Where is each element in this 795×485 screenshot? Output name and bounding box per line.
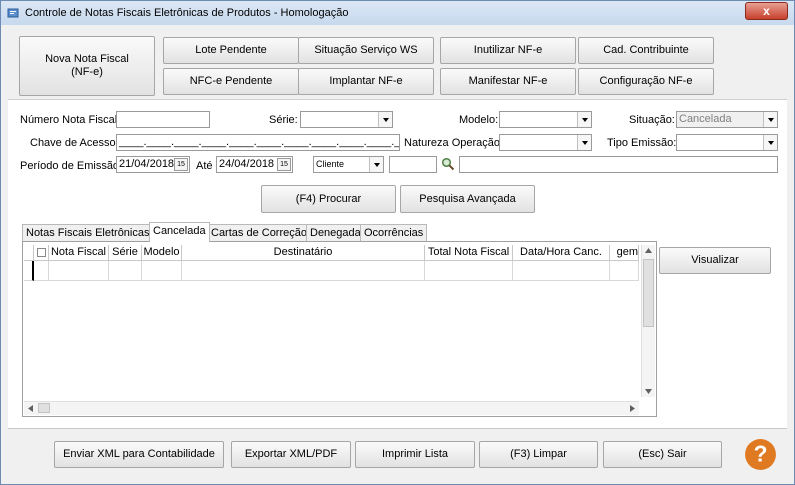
manifestar-button[interactable]: Manifestar NF-e	[440, 68, 576, 95]
search-icon[interactable]	[441, 157, 455, 171]
cancelada-panel: Nota Fiscal Série Modelo Destinatário To…	[22, 241, 657, 417]
svg-text:?: ?	[754, 441, 768, 467]
table-row-cell[interactable]	[34, 261, 49, 281]
col-total[interactable]: Total Nota Fiscal	[425, 245, 513, 261]
col-serie[interactable]: Série	[109, 245, 142, 261]
scroll-down-icon[interactable]	[645, 389, 652, 394]
data-inicio-input[interactable]: 21/04/2018 15	[116, 156, 190, 173]
procurar-button[interactable]: (F4) Procurar	[261, 185, 396, 213]
cliente-value: Cliente	[316, 159, 345, 169]
tipo-emissao-select[interactable]	[676, 134, 778, 151]
cad-contribuinte-button[interactable]: Cad. Contribuinte	[578, 37, 714, 64]
select-all-header	[34, 245, 49, 261]
col-data-hora-canc[interactable]: Data/Hora Canc.	[513, 245, 610, 261]
periodo-label: Período de Emissão:	[20, 160, 123, 172]
numero-label: Número Nota Fiscal:	[20, 114, 121, 126]
notas-grid[interactable]: Nota Fiscal Série Modelo Destinatário To…	[24, 245, 639, 395]
ate-label: Até	[196, 160, 213, 172]
chevron-down-icon	[577, 135, 591, 150]
calendar-icon[interactable]: 15	[277, 158, 291, 171]
toolbar-panel: Nova Nota Fiscal (NF-e) Lote Pendente Si…	[8, 25, 787, 100]
natureza-select[interactable]	[499, 134, 592, 151]
lote-pendente-button[interactable]: Lote Pendente	[163, 37, 299, 64]
exportar-button[interactable]: Exportar XML/PDF	[231, 441, 351, 468]
select-all-checkbox[interactable]	[36, 248, 46, 257]
situacao-select[interactable]: Cancelada	[676, 111, 778, 128]
col-modelo[interactable]: Modelo	[142, 245, 182, 261]
col-nota-fiscal[interactable]: Nota Fiscal	[49, 245, 109, 261]
data-inicio-value: 21/04/2018	[119, 158, 175, 170]
tab-cartas-correcao[interactable]: Cartas de Correção	[207, 224, 311, 242]
serie-select[interactable]	[300, 111, 393, 128]
row-indicator	[24, 261, 34, 281]
horizontal-scrollbar[interactable]	[24, 401, 639, 415]
calendar-icon[interactable]: 15	[174, 158, 188, 171]
table-row-cell[interactable]	[142, 261, 182, 281]
inutilizar-button[interactable]: Inutilizar NF-e	[440, 37, 576, 64]
numero-input[interactable]	[116, 111, 210, 128]
bottom-bar: Enviar XML para Contabilidade Exportar X…	[8, 428, 787, 479]
col-destinatario[interactable]: Destinatário	[182, 245, 425, 261]
chevron-down-icon	[378, 112, 392, 127]
vertical-scrollbar[interactable]	[641, 245, 655, 397]
horizontal-scroll-thumb[interactable]	[38, 403, 50, 413]
natureza-label: Natureza Operação:	[404, 137, 504, 149]
sair-button[interactable]: (Esc) Sair	[603, 441, 722, 468]
chevron-down-icon	[577, 112, 591, 127]
nfce-pendente-button[interactable]: NFC-e Pendente	[163, 68, 299, 95]
pesquisa-avancada-button[interactable]: Pesquisa Avançada	[400, 185, 535, 213]
situacao-servico-button[interactable]: Situação Serviço WS	[298, 37, 434, 64]
chevron-down-icon	[763, 135, 777, 150]
table-row-cell[interactable]	[425, 261, 513, 281]
serie-label: Série:	[269, 114, 298, 126]
modelo-label: Modelo:	[459, 114, 499, 126]
title-bar: Controle de Notas Fiscais Eletrônicas de…	[1, 1, 794, 25]
data-fim-value: 24/04/2018	[219, 158, 275, 170]
cliente-nome-input[interactable]	[459, 156, 778, 173]
imprimir-lista-button[interactable]: Imprimir Lista	[355, 441, 475, 468]
window-content: Nova Nota Fiscal (NF-e) Lote Pendente Si…	[8, 25, 787, 479]
close-button[interactable]: x	[745, 2, 788, 20]
table-row-cell[interactable]	[49, 261, 109, 281]
vertical-scroll-thumb[interactable]	[643, 259, 654, 327]
help-icon[interactable]: ?	[744, 438, 777, 471]
scroll-up-icon[interactable]	[645, 248, 652, 253]
app-icon	[7, 8, 19, 18]
tab-denegada[interactable]: Denegada	[306, 224, 365, 242]
chevron-down-icon	[369, 157, 383, 172]
tab-notas-fiscais[interactable]: Notas Fiscais Eletrônicas	[22, 224, 154, 242]
modelo-select[interactable]	[499, 111, 592, 128]
tab-ocorrencias[interactable]: Ocorrências	[360, 224, 428, 242]
window-title: Controle de Notas Fiscais Eletrônicas de…	[25, 7, 349, 19]
col-gem[interactable]: gem	[610, 245, 639, 261]
nova-nota-fiscal-button[interactable]: Nova Nota Fiscal (NF-e)	[19, 36, 155, 96]
implantar-button[interactable]: Implantar NF-e	[298, 68, 434, 95]
visualizar-button[interactable]: Visualizar	[659, 247, 771, 274]
configuracao-button[interactable]: Configuração NF-e	[578, 68, 714, 95]
cliente-select[interactable]: Cliente	[313, 156, 384, 173]
enviar-xml-button[interactable]: Enviar XML para Contabilidade	[54, 441, 224, 468]
row-indicator-header	[24, 245, 34, 261]
chave-label: Chave de Acesso:	[30, 137, 119, 149]
chevron-down-icon	[763, 112, 777, 127]
situacao-label: Situação:	[629, 114, 675, 126]
scroll-left-icon[interactable]	[28, 405, 33, 412]
table-row-cell[interactable]	[610, 261, 639, 281]
data-fim-input[interactable]: 24/04/2018 15	[216, 156, 293, 173]
scroll-right-icon[interactable]	[630, 405, 635, 412]
tab-cancelada[interactable]: Cancelada	[149, 222, 210, 242]
main-window: Controle de Notas Fiscais Eletrônicas de…	[0, 0, 795, 485]
cliente-codigo-input[interactable]	[389, 156, 437, 173]
situacao-value: Cancelada	[679, 113, 732, 125]
table-row-cell[interactable]	[109, 261, 142, 281]
chave-input[interactable]: ____.____.____.____.____.____.____.____.…	[116, 134, 400, 151]
table-row-cell[interactable]	[182, 261, 425, 281]
table-row-cell[interactable]	[513, 261, 610, 281]
limpar-button[interactable]: (F3) Limpar	[479, 441, 598, 468]
tipo-emissao-label: Tipo Emissão:	[607, 137, 677, 149]
